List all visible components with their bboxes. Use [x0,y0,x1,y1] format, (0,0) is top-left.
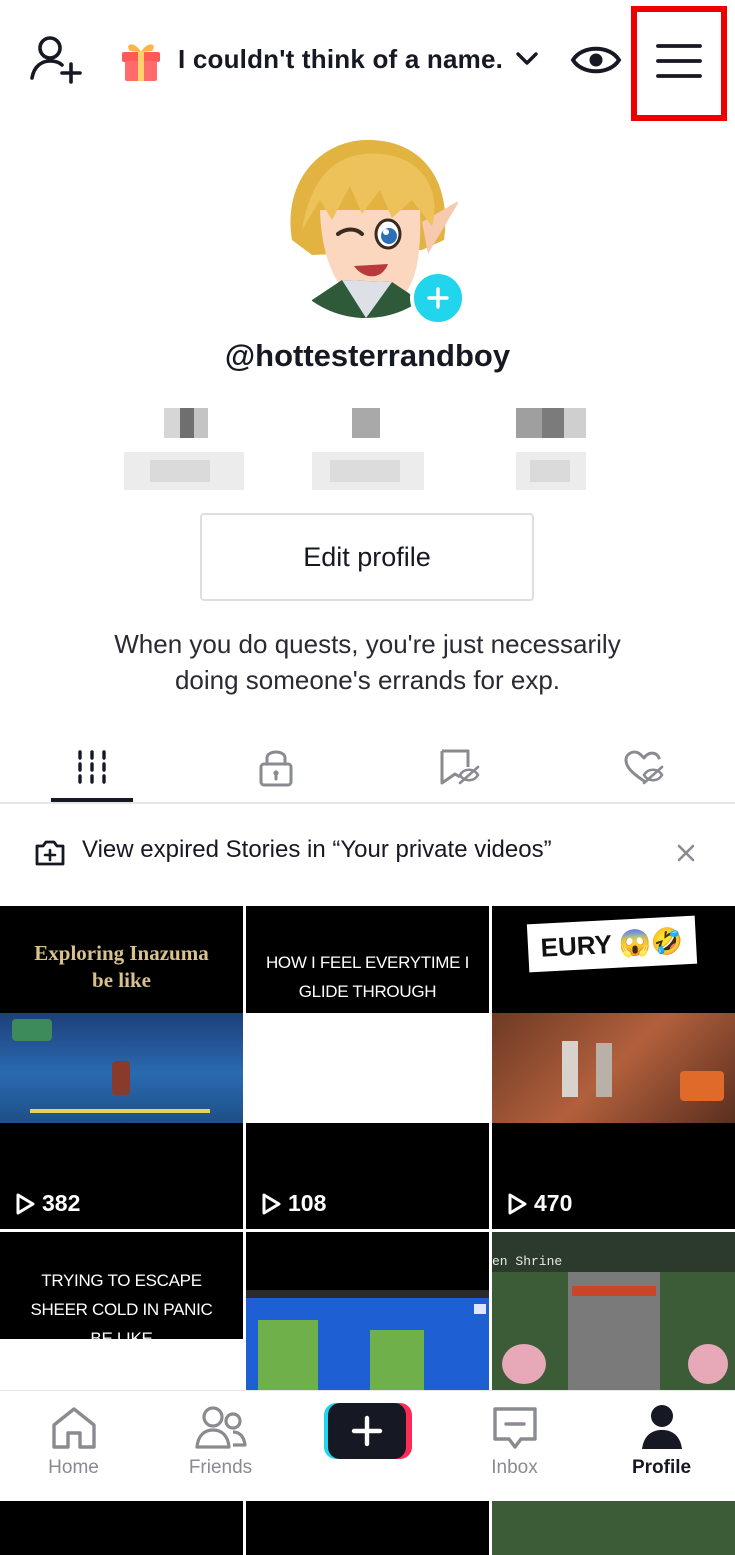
add-story-button[interactable] [410,270,466,326]
video-caption: en Shrine [492,1254,563,1269]
followers-stat-blurred[interactable] [310,404,430,494]
video-frame [246,1290,489,1400]
cherry-tree [688,1344,728,1384]
nav-friends-label: Friends [188,1457,253,1478]
tab-private[interactable] [184,730,367,804]
video-frame [0,1013,243,1123]
hidden-bookmark-icon [440,749,479,785]
hidden-heart-icon [624,750,663,785]
play-icon [508,1193,527,1214]
video-frame [246,1013,489,1123]
plus-icon [427,287,449,309]
profile-tabs [0,730,735,804]
nav-home-label: Home [48,1457,99,1478]
edit-profile-button[interactable]: Edit profile [200,513,534,601]
eye-icon[interactable] [570,40,622,80]
video-caption: Exploring Inazuma be like [34,941,209,992]
expired-stories-text: View expired Stories in “Your private vi… [82,836,552,863]
hamburger-menu-icon[interactable] [652,40,706,82]
lock-icon [259,750,292,787]
video-caption: EURY 😱🤣 [526,915,698,973]
bio-line-2: doing someone's errands for exp. [174,665,561,695]
grid-icon [77,750,106,784]
create-plus-icon [323,1403,412,1459]
play-count: 382 [14,1190,80,1217]
friends-icon [194,1406,247,1449]
home-icon [51,1407,96,1449]
nav-inbox-label: Inbox [491,1457,538,1478]
video-thumbnail[interactable]: HOW I FEEL EVERYTIME I GLIDE THROUGH MON… [246,906,489,1229]
cherry-tree [502,1344,546,1384]
bio: When you do quests, you're just necessar… [60,626,675,698]
following-stat-blurred[interactable] [120,404,250,494]
video-frame [492,1013,735,1123]
nav-friends[interactable]: Friends [147,1391,294,1501]
play-count-value: 382 [42,1190,81,1216]
camera-plus-icon [34,839,66,872]
play-count-value: 108 [288,1190,327,1216]
profile-person-icon [641,1405,682,1449]
play-count: 108 [260,1190,326,1217]
account-switcher[interactable]: I couldn't think of a name. [178,36,539,82]
video-thumbnail[interactable]: EURY 😱🤣 470 [492,906,735,1229]
username: @hottesterrandboy [224,338,511,373]
nav-profile-label: Profile [631,1457,692,1478]
tab-liked[interactable] [552,730,735,804]
bottom-navigation: Home Friends Inbox Profile [0,1390,735,1501]
bio-line-1: When you do quests, you're just necessar… [114,629,621,659]
inbox-icon [492,1407,537,1449]
chevron-down-icon [516,52,538,65]
account-name: I couldn't think of a name. [178,43,504,74]
nav-inbox[interactable]: Inbox [441,1391,588,1501]
nav-home[interactable]: Home [0,1391,147,1501]
play-icon [16,1193,35,1214]
nav-create[interactable] [294,1391,441,1501]
nav-profile[interactable]: Profile [588,1391,735,1501]
likes-stat-blurred[interactable] [510,404,600,494]
play-icon [262,1193,281,1214]
play-count-value: 470 [534,1190,573,1216]
tab-favorites[interactable] [368,730,551,804]
gift-icon[interactable] [116,34,166,84]
play-count: 470 [506,1190,572,1217]
close-icon[interactable] [676,843,696,868]
add-friend-icon[interactable] [28,34,84,84]
video-thumbnail[interactable]: Exploring Inazuma be like 382 [0,906,243,1229]
tab-videos[interactable] [0,730,183,804]
torii-gate [572,1286,656,1296]
